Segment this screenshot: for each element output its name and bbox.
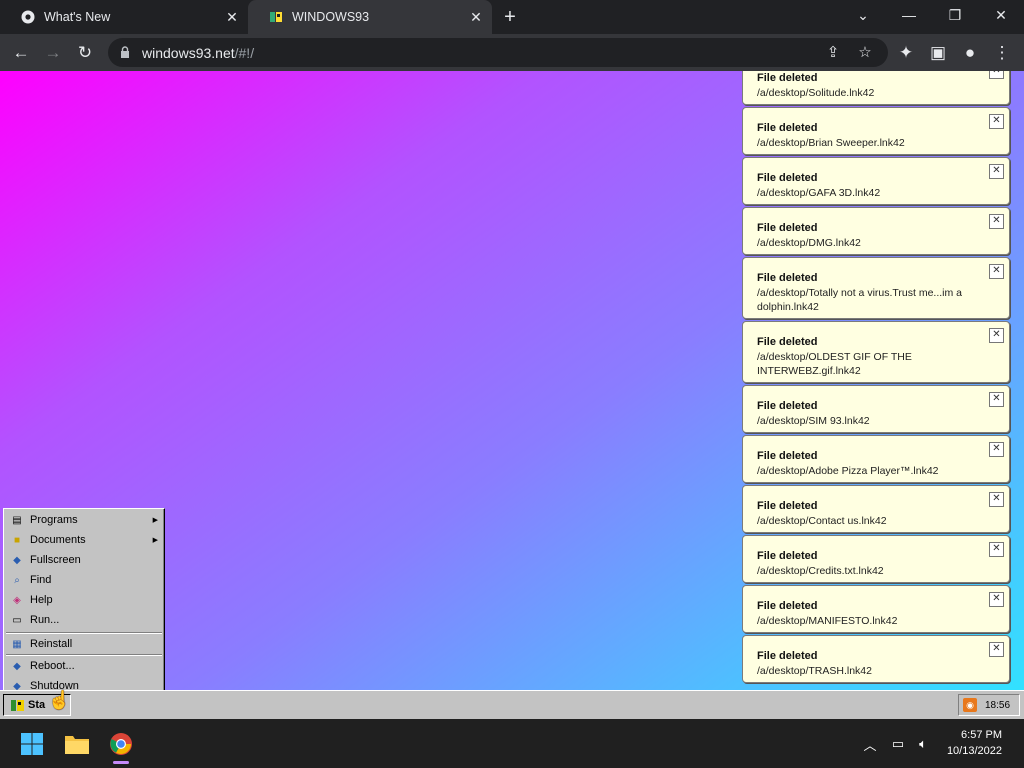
address-bar[interactable]: windows93.net/#!/ ⇪ ☆ (108, 38, 888, 67)
notification[interactable]: File deleted /a/desktop/Brian Sweeper.ln… (742, 107, 1010, 155)
windows93-icon (268, 9, 284, 25)
tab-search-icon[interactable]: ⌄ (840, 0, 886, 30)
close-icon[interactable]: ✕ (989, 592, 1004, 607)
close-icon[interactable]: ✕ (989, 114, 1004, 129)
submenu-arrow-icon: ▶ (152, 537, 158, 544)
close-icon[interactable]: ✕ (468, 9, 484, 25)
file-explorer-icon[interactable] (59, 726, 95, 762)
notification[interactable]: File deleted /a/desktop/Credits.txt.lnk4… (742, 535, 1010, 583)
reload-icon[interactable]: ↻ (72, 40, 98, 66)
menu-item-run[interactable]: ▭ Run... (6, 610, 162, 630)
run-icon: ▭ (12, 614, 22, 626)
hand-cursor-icon: ☝ (48, 690, 71, 710)
chrome-icon (20, 9, 36, 25)
rss-icon[interactable]: ◉ (963, 698, 977, 712)
close-icon[interactable]: ✕ (989, 214, 1004, 229)
close-icon[interactable]: ✕ (989, 442, 1004, 457)
notification[interactable]: File deleted /a/desktop/DMG.lnk42 ✕ (742, 207, 1010, 255)
menu-item-reinstall[interactable]: ▦ Reinstall (6, 634, 162, 654)
start-menu: ▤ Programs ▶ ■ Documents ▶ ◆ Fullscreen … (3, 508, 165, 694)
close-icon[interactable]: ✕ (989, 392, 1004, 407)
notification[interactable]: File deleted /a/desktop/SIM 93.lnk42 ✕ (742, 385, 1010, 433)
menu-item-help[interactable]: ◈ Help (6, 590, 162, 610)
close-icon[interactable]: ✕ (989, 642, 1004, 657)
windows93-desktop[interactable]: File deleted /a/desktop/Solitude.lnk42 ✕… (0, 71, 1024, 719)
notification[interactable]: File deleted /a/desktop/MANIFESTO.lnk42 … (742, 585, 1010, 633)
windows-taskbar: ︿ ▭ 🔈︎ 6:57 PM 10/13/2022 (0, 719, 1024, 768)
windows-start-icon[interactable] (14, 726, 50, 762)
close-icon[interactable]: ✕ (989, 264, 1004, 279)
chrome-taskbar-icon[interactable] (103, 726, 139, 764)
tab-whats-new[interactable]: What's New ✕ (0, 0, 248, 34)
find-icon: ⌕ (14, 574, 20, 586)
bookmark-star-icon[interactable]: ☆ (852, 39, 878, 65)
notification[interactable]: File deleted /a/desktop/Adobe Pizza Play… (742, 435, 1010, 483)
minimize-icon[interactable]: — (886, 0, 932, 30)
notification[interactable]: File deleted /a/desktop/OLDEST GIF OF TH… (742, 321, 1010, 383)
chevron-up-icon[interactable]: ︿ (859, 733, 881, 755)
reinstall-icon: ▦ (12, 638, 22, 650)
back-icon[interactable]: ← (8, 40, 34, 66)
tab-windows93[interactable]: WINDOWS93 ✕ (248, 0, 492, 34)
menu-item-reboot[interactable]: ◆ Reboot... (6, 656, 162, 676)
window-close-icon[interactable]: ✕ (978, 0, 1024, 30)
w93-taskbar: Sta ◉ 18:56 (0, 690, 1024, 719)
system-clock[interactable]: 6:57 PM 10/13/2022 (947, 727, 1002, 759)
notification[interactable]: File deleted /a/desktop/GAFA 3D.lnk42 ✕ (742, 157, 1010, 205)
close-icon[interactable]: ✕ (989, 164, 1004, 179)
reboot-icon: ◆ (13, 660, 21, 672)
url-text: windows93.net/#!/ (142, 44, 255, 61)
close-icon[interactable]: ✕ (224, 9, 240, 25)
w93-clock: 18:56 (985, 699, 1011, 711)
restore-icon[interactable]: ❐ (932, 0, 978, 30)
profile-icon[interactable]: ● (957, 40, 983, 66)
volume-icon[interactable]: 🔈︎ (912, 733, 934, 755)
notification[interactable]: File deleted /a/desktop/Contact us.lnk42… (742, 485, 1010, 533)
close-icon[interactable]: ✕ (989, 542, 1004, 557)
close-icon[interactable]: ✕ (989, 71, 1004, 79)
menu-item-find[interactable]: ⌕ Find (6, 570, 162, 590)
programs-icon: ▤ (12, 514, 22, 526)
help-icon: ◈ (13, 594, 21, 606)
browser-toolbar: ← → ↻ windows93.net/#!/ ⇪ ☆ ✦ ▣ ● ⋮ (0, 34, 1024, 71)
documents-icon: ■ (13, 534, 21, 546)
menu-item-programs[interactable]: ▤ Programs ▶ (6, 510, 162, 530)
notification[interactable]: File deleted /a/desktop/TRASH.lnk42 ✕ (742, 635, 1010, 683)
extensions-icon[interactable]: ✦ (893, 40, 919, 66)
close-icon[interactable]: ✕ (989, 328, 1004, 343)
tab-title: What's New (44, 10, 111, 24)
close-icon[interactable]: ✕ (989, 492, 1004, 507)
menu-icon[interactable]: ⋮ (989, 40, 1015, 66)
new-tab-button[interactable]: + (498, 5, 522, 29)
submenu-arrow-icon: ▶ (152, 517, 158, 524)
lock-icon (120, 46, 132, 60)
notification[interactable]: File deleted /a/desktop/Totally not a vi… (742, 257, 1010, 319)
fullscreen-icon: ◆ (13, 554, 21, 566)
share-icon[interactable]: ⇪ (820, 39, 846, 65)
w93-tray: ◉ 18:56 (958, 694, 1020, 716)
menu-item-fullscreen[interactable]: ◆ Fullscreen (6, 550, 162, 570)
windows93-logo-icon (10, 698, 24, 712)
forward-icon[interactable]: → (40, 40, 66, 66)
side-panel-icon[interactable]: ▣ (925, 40, 951, 66)
network-icon[interactable]: ▭ (887, 733, 909, 755)
menu-item-documents[interactable]: ■ Documents ▶ (6, 530, 162, 550)
tab-title: WINDOWS93 (292, 10, 370, 24)
browser-tabbar: What's New ✕ WINDOWS93 ✕ + ⌄ — ❐ ✕ (0, 0, 1024, 34)
notification[interactable]: File deleted /a/desktop/Solitude.lnk42 ✕ (742, 71, 1010, 105)
